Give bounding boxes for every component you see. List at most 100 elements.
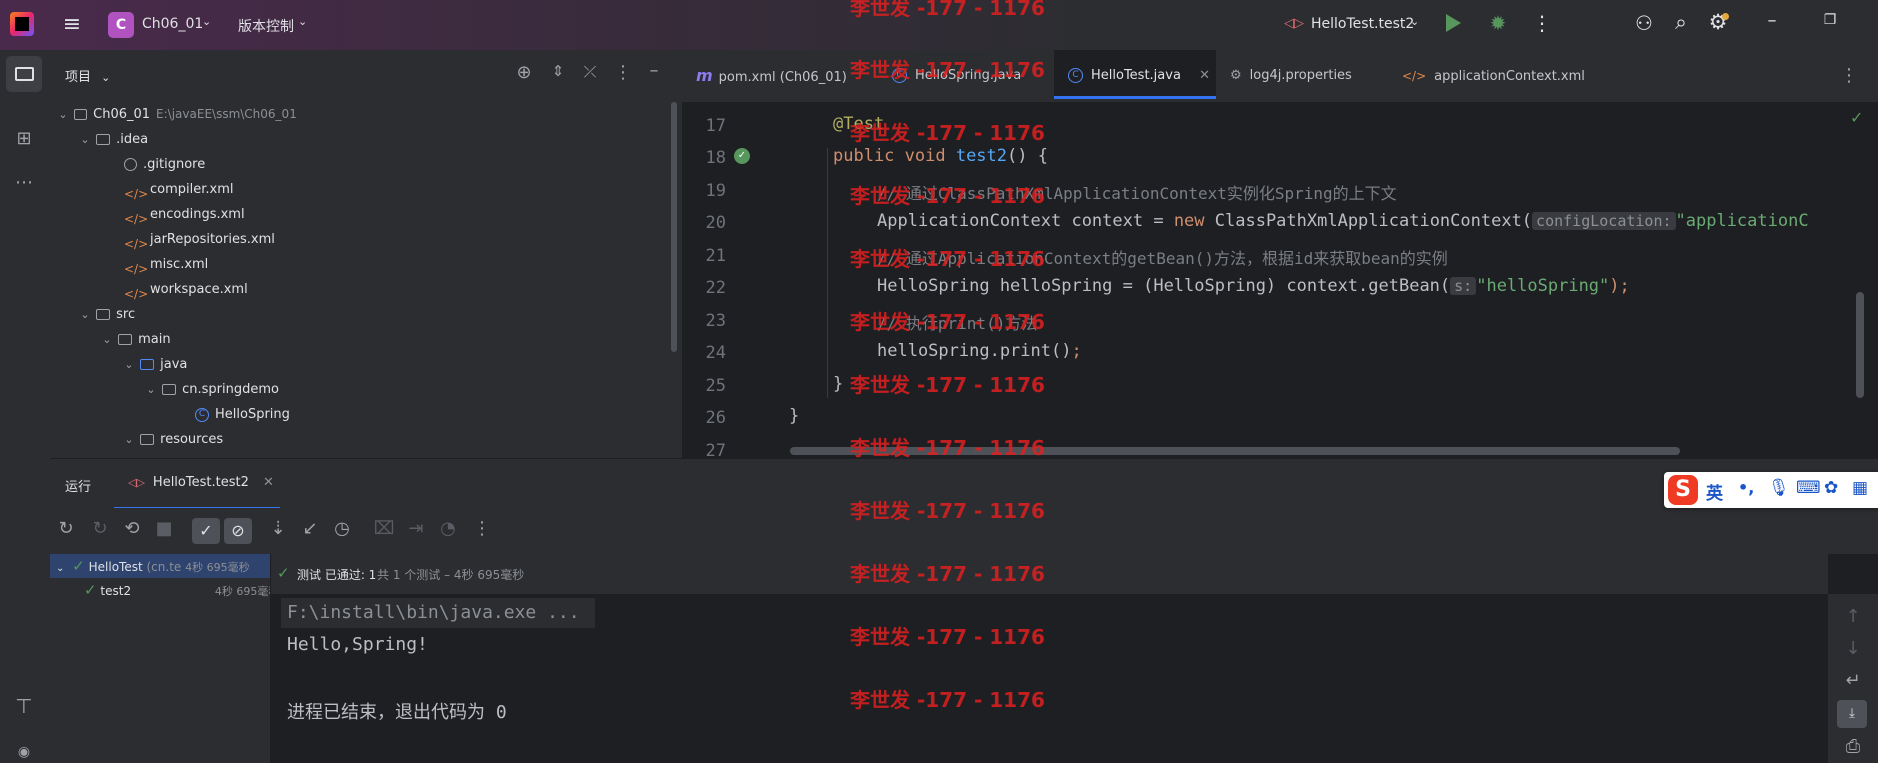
show-passed-toggle[interactable]: ✓ bbox=[192, 518, 220, 544]
tree-item-resources[interactable]: ⌄ resources bbox=[122, 427, 223, 452]
coverage-icon[interactable]: ◔ bbox=[434, 518, 462, 539]
chevron-down-icon[interactable]: ⌄ bbox=[1410, 15, 1419, 28]
screenshot-icon[interactable]: ⌧ bbox=[370, 518, 398, 539]
tree-item-misc[interactable]: </> misc.xml bbox=[124, 252, 208, 277]
print-icon[interactable]: ⎙ bbox=[1839, 736, 1867, 757]
tree-item-encodings[interactable]: </> encodings.xml bbox=[124, 202, 245, 227]
chevron-down-icon[interactable]: ⌄ bbox=[122, 352, 136, 377]
history-icon[interactable]: ◷ bbox=[328, 518, 356, 539]
locate-icon[interactable]: ⊕ bbox=[510, 62, 538, 83]
tree-item-package[interactable]: ⌄ cn.springdemo bbox=[144, 377, 279, 402]
tree-scrollbar[interactable] bbox=[671, 102, 677, 352]
scroll-up-icon[interactable]: ↑ bbox=[1839, 606, 1867, 627]
close-icon[interactable]: ✕ bbox=[263, 475, 274, 490]
test-status-bar: ✓ 测试 已通过: 1 共 1 个测试 – 4秒 695毫秒 bbox=[271, 554, 1828, 594]
run-config-selector[interactable]: HelloTest.test2 bbox=[1311, 16, 1414, 32]
tree-item-compiler[interactable]: </> compiler.xml bbox=[124, 177, 234, 202]
toggle-auto-test-icon[interactable]: ⟲ bbox=[118, 518, 146, 539]
tree-item-main[interactable]: ⌄ main bbox=[100, 327, 170, 352]
watermark: 李世发 -177 - 1176 bbox=[850, 625, 1045, 649]
inspection-ok-icon[interactable]: ✓ bbox=[1850, 108, 1863, 127]
add-user-icon[interactable]: ⚇ bbox=[1630, 11, 1658, 35]
toolbox-icon[interactable]: ▦ bbox=[1852, 478, 1868, 498]
tree-item-jarrepositories[interactable]: </> jarRepositories.xml bbox=[124, 227, 275, 252]
restore-icon[interactable]: ❐ bbox=[1816, 12, 1844, 28]
vcs-menu[interactable]: 版本控制 bbox=[238, 16, 294, 36]
scroll-down-icon[interactable]: ↓ bbox=[1839, 638, 1867, 659]
tree-item-java[interactable]: ⌄ java bbox=[122, 352, 187, 377]
console-line: Hello,Spring! bbox=[287, 634, 428, 655]
project-tool-button[interactable] bbox=[6, 56, 42, 92]
notification-dot bbox=[1722, 13, 1729, 20]
collapse-all-icon[interactable]: ⤫ bbox=[576, 62, 604, 82]
code-editor[interactable]: 17 18 19 20 21 22 23 24 25 26 27 ✓ @Test… bbox=[682, 102, 1878, 458]
rerun-icon[interactable]: ↻ bbox=[52, 518, 80, 539]
soft-wrap-icon[interactable]: ↵ bbox=[1839, 670, 1867, 691]
tab-options-icon[interactable]: ⋮ bbox=[1835, 65, 1863, 86]
keyboard-icon[interactable]: ⌨ bbox=[1796, 478, 1821, 498]
tab-log4j[interactable]: ⚙ log4j.properties bbox=[1230, 50, 1380, 102]
punctuation-icon[interactable]: •, bbox=[1738, 478, 1754, 497]
line-number: 23 bbox=[705, 311, 726, 331]
chevron-down-icon[interactable]: ⌄ bbox=[56, 102, 70, 127]
test-row-test2[interactable]: ✓ test2 4秒 695毫秒 bbox=[50, 578, 270, 602]
chevron-down-icon[interactable]: ⌄ bbox=[122, 427, 136, 452]
tab-applicationcontext[interactable]: </> applicationContext.xml bbox=[1402, 50, 1602, 102]
structure-icon[interactable]: ⊞ bbox=[10, 128, 38, 149]
rerun-failed-icon[interactable]: ↻ bbox=[86, 518, 114, 539]
app-logo[interactable] bbox=[10, 12, 34, 36]
collapse-icon[interactable]: ↙ bbox=[296, 518, 324, 539]
debug-icon[interactable]: ✹ bbox=[1484, 11, 1512, 35]
tree-item-gitignore[interactable]: .gitignore bbox=[124, 152, 205, 177]
minimize-icon[interactable]: – bbox=[1758, 10, 1786, 31]
run-icon[interactable] bbox=[1446, 14, 1461, 32]
tree-item-src[interactable]: ⌄ src bbox=[78, 302, 135, 327]
test-status-detail: 共 1 个测试 – 4秒 695毫秒 bbox=[377, 568, 525, 582]
main-menu-icon[interactable]: ≡ bbox=[58, 12, 86, 37]
tab-pom[interactable]: m pom.xml (Ch06_01) bbox=[696, 50, 866, 102]
folder-icon bbox=[96, 309, 111, 320]
more-tools-icon[interactable]: ⋯ bbox=[10, 172, 38, 193]
tree-item-workspace[interactable]: </> workspace.xml bbox=[124, 277, 248, 302]
tree-item-idea[interactable]: ⌄ .idea bbox=[78, 127, 148, 152]
project-panel-title[interactable]: 项目 ⌄ bbox=[65, 66, 110, 85]
import-icon[interactable]: ⇥ bbox=[402, 518, 430, 539]
sort-icon[interactable]: ⇣ bbox=[264, 518, 292, 539]
chevron-down-icon[interactable]: ⌄ bbox=[100, 327, 114, 352]
ime-language[interactable]: 英 bbox=[1706, 479, 1723, 504]
chevron-down-icon[interactable]: ⌄ bbox=[78, 302, 92, 327]
microphone-icon[interactable]: 🎙 bbox=[1768, 478, 1790, 498]
console-output[interactable]: F:\install\bin\java.exe ... Hello,Spring… bbox=[271, 594, 1828, 763]
more-icon[interactable]: ⋮ bbox=[1528, 11, 1556, 35]
tree-item-hellospring[interactable]: C HelloSpring bbox=[195, 402, 290, 427]
tab-hellotest[interactable]: C HelloTest.java ✕ bbox=[1054, 50, 1216, 99]
tree-item-root[interactable]: ⌄ Ch06_01 E:\javaEE\ssm\Ch06_01 bbox=[56, 102, 296, 127]
hide-panel-icon[interactable]: – bbox=[640, 60, 668, 81]
code-text: helloSpring.print() bbox=[877, 341, 1072, 361]
stop-icon[interactable]: ■ bbox=[150, 518, 178, 539]
terminal-icon[interactable]: ⊤ bbox=[10, 694, 38, 718]
chevron-down-icon[interactable]: ⌄ bbox=[56, 563, 64, 574]
more-icon[interactable]: ⋮ bbox=[468, 518, 496, 539]
project-badge[interactable]: C bbox=[108, 12, 134, 38]
chevron-down-icon[interactable]: ⌄ bbox=[78, 127, 92, 152]
run-tab[interactable]: ◁▷ HelloTest.test2 ✕ bbox=[114, 459, 280, 510]
expand-all-icon[interactable]: ⇕ bbox=[544, 62, 572, 80]
scroll-to-end-icon[interactable]: ⤓ bbox=[1837, 700, 1867, 728]
indent-guide bbox=[827, 148, 828, 398]
test-row-hellotest[interactable]: ⌄ ✓ HelloTest (cn.te 4秒 695毫秒 bbox=[50, 554, 270, 578]
ime-toolbar[interactable]: S 英 •, 🎙 ⌨ ✿ ▦ bbox=[1664, 472, 1878, 508]
run-test-gutter-icon[interactable]: ✓ bbox=[734, 148, 750, 164]
options-icon[interactable]: ⋮ bbox=[609, 62, 637, 83]
chevron-down-icon[interactable]: ⌄ bbox=[298, 15, 307, 28]
search-icon[interactable]: ⌕ bbox=[1667, 10, 1695, 35]
close-icon[interactable]: ✕ bbox=[1199, 68, 1210, 83]
chevron-down-icon[interactable]: ⌄ bbox=[144, 377, 158, 402]
problems-icon[interactable]: ◉ bbox=[10, 744, 38, 760]
project-name[interactable]: Ch06_01 bbox=[142, 16, 203, 32]
editor-vscrollbar[interactable] bbox=[1856, 292, 1864, 398]
show-ignored-toggle[interactable]: ⊘ bbox=[224, 518, 252, 544]
chevron-down-icon[interactable]: ⌄ bbox=[202, 15, 211, 28]
skin-icon[interactable]: ✿ bbox=[1824, 478, 1838, 498]
xml-file-icon: </> bbox=[1402, 69, 1427, 83]
